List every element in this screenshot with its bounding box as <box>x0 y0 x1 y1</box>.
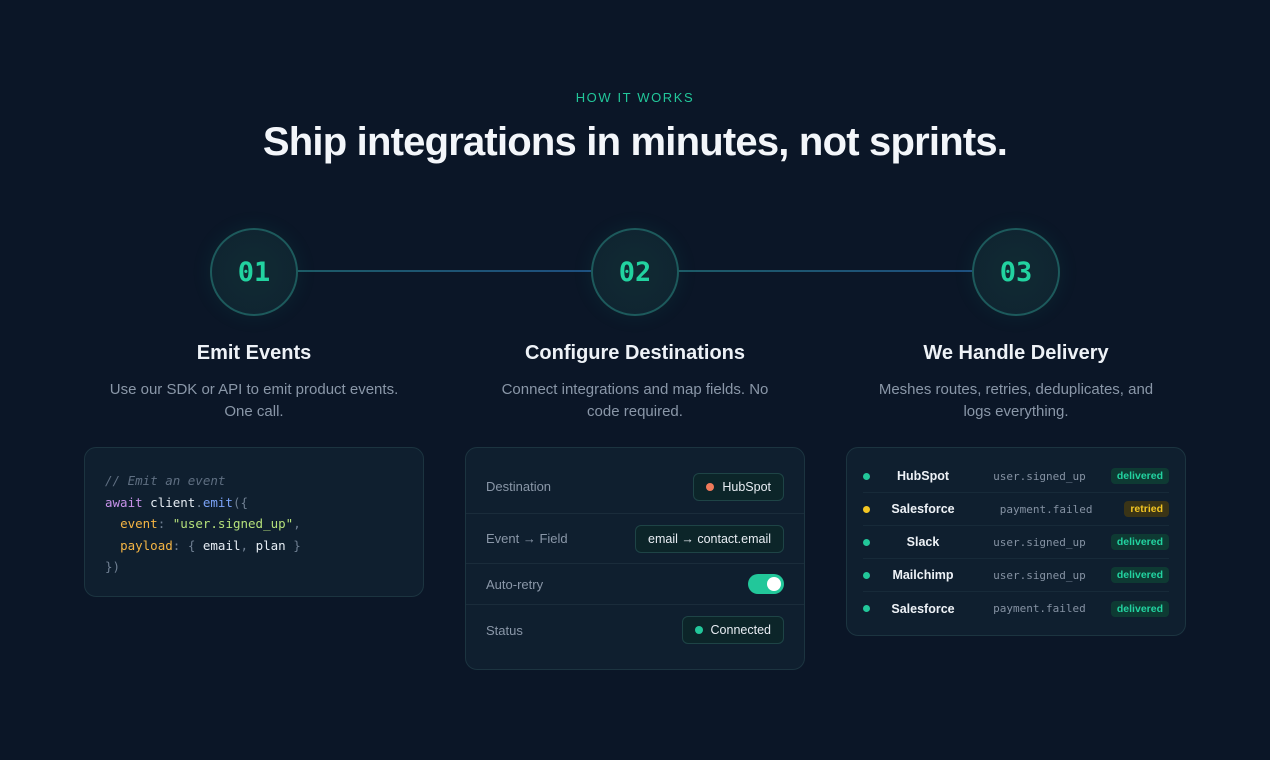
code-punctuation: }) <box>105 559 121 574</box>
step-number-badge: 03 <box>972 228 1060 316</box>
step-description: Use our SDK or API to emit product event… <box>109 381 399 420</box>
code-sample-card: // Emit an event await client.emit({ eve… <box>84 447 424 597</box>
delivery-event: payment.failed <box>993 602 1086 615</box>
delivery-status-badge: delivered <box>1110 600 1169 617</box>
delivery-row: Mailchimp user.signed_up delivered <box>863 559 1169 592</box>
delivery-status-dot <box>863 571 870 579</box>
code-comment: // Emit an event <box>105 473 226 488</box>
delivery-row: HubSpot user.signed_up delivered <box>863 460 1169 493</box>
section-headline: Ship integrations in minutes, not sprint… <box>262 120 1008 164</box>
code-variable: plan <box>255 537 286 553</box>
delivery-log-card: HubSpot user.signed_up delivered Salesfo… <box>846 447 1186 636</box>
delivery-status-badge: delivered <box>1110 468 1169 484</box>
step-description: Connect integrations and map fields. No … <box>501 381 769 420</box>
step-title: Emit Events <box>196 342 312 364</box>
delivery-status-badge: retried <box>1124 501 1169 517</box>
config-label: Event → Field <box>486 531 568 546</box>
code-keyword: await <box>105 494 143 510</box>
mapping-value: email → contact.email <box>648 531 771 546</box>
connection-status-badge: Connected <box>681 616 784 644</box>
connected-status-dot <box>694 626 703 634</box>
step-title: Configure Destinations <box>524 342 745 364</box>
delivery-destination: Salesforce <box>891 601 955 616</box>
destination-value: HubSpot <box>722 479 771 494</box>
hubspot-status-dot <box>706 482 715 491</box>
config-row-status: Status Connected <box>466 605 804 655</box>
delivery-destination: Salesforce <box>891 502 955 516</box>
destination-select[interactable]: HubSpot <box>693 472 784 501</box>
delivery-status-dot <box>863 505 870 513</box>
step-connector-2 <box>678 270 973 272</box>
delivery-event: user.signed_up <box>993 535 1086 549</box>
step-description: Meshes routes, retries, deduplicates, an… <box>878 381 1154 420</box>
code-block: // Emit an event await client.emit({ eve… <box>105 473 301 574</box>
code-key: payload <box>120 537 173 553</box>
code-string: "user.signed_up" <box>172 516 294 531</box>
field-mapping-select[interactable]: email → contact.email <box>635 524 784 553</box>
delivery-status-badge: delivered <box>1110 567 1169 583</box>
code-key: event <box>120 516 158 531</box>
delivery-destination: Slack <box>906 535 940 549</box>
delivery-event: user.signed_up <box>993 469 1086 483</box>
config-row-mapping: Event → Field email → contact.email <box>466 514 804 564</box>
config-label: Auto-retry <box>486 576 544 592</box>
status-value: Connected <box>710 623 771 637</box>
delivery-row: Salesforce payment.failed retried <box>863 493 1169 526</box>
code-object: client <box>150 494 196 510</box>
delivery-status-dot <box>863 472 870 480</box>
step-title: We Handle Delivery <box>923 342 1109 364</box>
step-connector-1 <box>297 270 592 272</box>
auto-retry-toggle[interactable] <box>748 574 784 594</box>
step-number-badge: 02 <box>591 228 679 316</box>
delivery-status-badge: delivered <box>1110 534 1169 550</box>
delivery-status-dot <box>863 538 870 546</box>
code-variable: email <box>202 537 241 553</box>
config-row-destination: Destination HubSpot <box>466 460 804 514</box>
delivery-row: Salesforce payment.failed delivered <box>863 592 1169 625</box>
code-punctuation: ({ <box>232 494 249 510</box>
destination-config-card: Destination HubSpot Event → Field email … <box>465 447 805 670</box>
config-label: Status <box>486 622 523 638</box>
delivery-destination: Mailchimp <box>892 568 954 582</box>
step-number-badge: 01 <box>210 228 298 316</box>
code-function: emit <box>202 494 233 510</box>
delivery-destination: HubSpot <box>896 469 950 483</box>
delivery-row: Slack user.signed_up delivered <box>863 526 1169 559</box>
delivery-event: payment.failed <box>999 502 1093 516</box>
config-label: Destination <box>486 479 552 494</box>
delivery-event: user.signed_up <box>993 568 1086 582</box>
config-row-autoretry: Auto-retry <box>466 564 804 605</box>
section-eyebrow: HOW IT WORKS <box>575 90 695 105</box>
delivery-status-dot <box>863 605 870 612</box>
